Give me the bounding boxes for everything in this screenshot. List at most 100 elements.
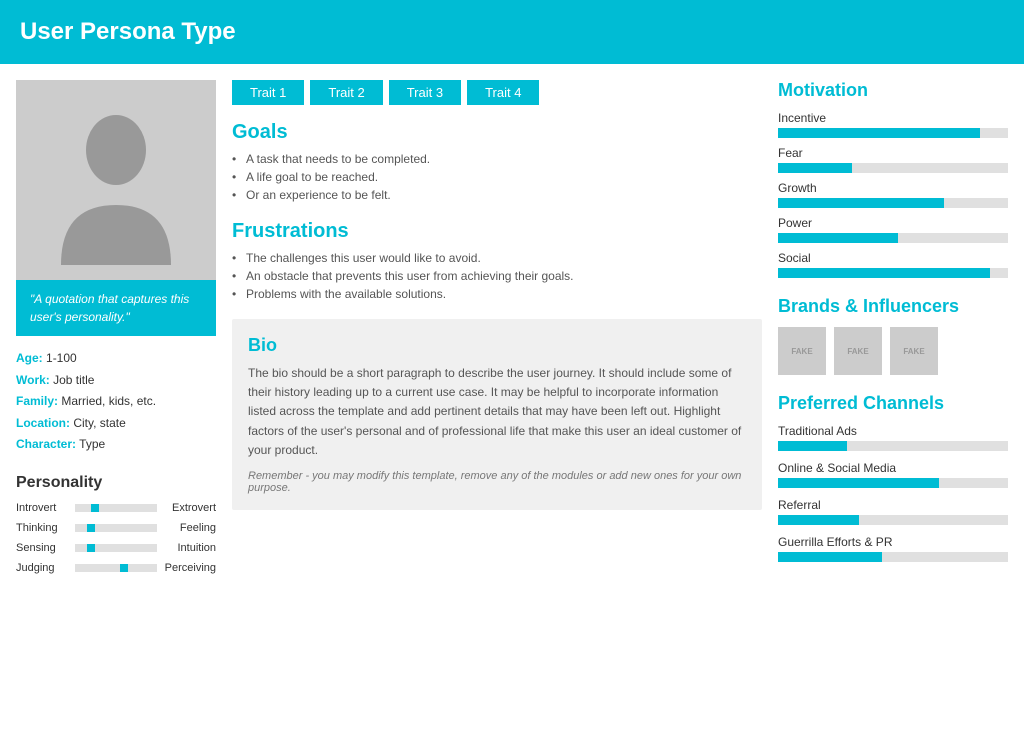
motivation-bar-fill xyxy=(778,268,990,278)
trait-tab-1[interactable]: Trait 1 xyxy=(232,80,304,105)
location-label: Location: xyxy=(16,416,70,430)
channel-bar-background xyxy=(778,478,1008,488)
motivation-bar-fill xyxy=(778,128,980,138)
middle-column: Trait 1Trait 2 Trait 3Trait 4 Goals A tas… xyxy=(232,80,762,582)
avatar xyxy=(16,80,216,280)
brand-logo-3 xyxy=(890,327,938,375)
motivation-label: Power xyxy=(778,216,1008,230)
channel-bar-fill xyxy=(778,515,859,525)
header: User Persona Type xyxy=(0,0,1024,64)
trait-bar-indicator xyxy=(87,524,95,532)
age-label: Age: xyxy=(16,351,43,365)
personality-title: Personality xyxy=(16,474,216,492)
motivation-title: Motivation xyxy=(778,80,1008,101)
trait-left-label: Sensing xyxy=(16,542,71,554)
trait-left-label: Thinking xyxy=(16,522,71,534)
frustration-item: An obstacle that prevents this user from… xyxy=(232,269,762,283)
channel-bar-background xyxy=(778,441,1008,451)
frustration-item: The challenges this user would like to a… xyxy=(232,251,762,265)
trait-bar-container xyxy=(75,504,157,512)
motivation-item: Fear xyxy=(778,146,1008,173)
goal-item: Or an experience to be felt. xyxy=(232,188,762,202)
motivation-bar-background xyxy=(778,268,1008,278)
motivation-label: Growth xyxy=(778,181,1008,195)
quote-box: "A quotation that captures this user's p… xyxy=(16,280,216,336)
trait-bar-indicator xyxy=(91,504,99,512)
motivation-bar-background xyxy=(778,163,1008,173)
motivation-bar-fill xyxy=(778,233,898,243)
motivation-label: Incentive xyxy=(778,111,1008,125)
location-value: City, state xyxy=(73,416,125,430)
family-value: Married, kids, etc. xyxy=(61,394,156,408)
motivation-bar-fill xyxy=(778,198,944,208)
channel-label: Referral xyxy=(778,498,1008,512)
channels-title: Preferred Channels xyxy=(778,393,1008,414)
trait-tab-4[interactable]: Trait 4 xyxy=(467,80,539,105)
bio-text: The bio should be a short paragraph to d… xyxy=(248,364,746,460)
channel-item: Online & Social Media xyxy=(778,461,1008,488)
trait-tab-2[interactable]: Trait 2 xyxy=(310,80,382,105)
channel-item: Referral xyxy=(778,498,1008,525)
goal-item: A life goal to be reached. xyxy=(232,170,762,184)
bio-title: Bio xyxy=(248,335,746,356)
work-value: Job title xyxy=(53,373,94,387)
goal-item: A task that needs to be completed. xyxy=(232,152,762,166)
goals-section: Goals A task that needs to be completed.… xyxy=(232,121,762,202)
trait-right-label: Intuition xyxy=(161,542,216,554)
channel-bar-fill xyxy=(778,552,882,562)
personality-trait-row: Thinking Feeling xyxy=(16,522,216,534)
personality-section: Personality Introvert Extrovert Thinking Fe… xyxy=(16,474,216,574)
trait-tab-3[interactable]: Trait 3 xyxy=(389,80,461,105)
motivation-item: Social xyxy=(778,251,1008,278)
trait-right-label: Perceiving xyxy=(161,562,216,574)
trait-right-label: Feeling xyxy=(161,522,216,534)
motivation-item: Power xyxy=(778,216,1008,243)
channels-section: Preferred Channels Traditional Ads Online… xyxy=(778,393,1008,562)
brand-logo-2 xyxy=(834,327,882,375)
age-value: 1-100 xyxy=(46,351,77,365)
motivation-label: Social xyxy=(778,251,1008,265)
trait-bar-container xyxy=(75,564,157,572)
channel-bar-fill xyxy=(778,478,939,488)
channel-bar-fill xyxy=(778,441,847,451)
frustrations-title: Frustrations xyxy=(232,220,762,243)
motivation-bars: Incentive Fear Growth Power Social xyxy=(778,111,1008,278)
channel-label: Guerrilla Efforts & PR xyxy=(778,535,1008,549)
left-column: "A quotation that captures this user's p… xyxy=(16,80,216,582)
brands-title: Brands & Influencers xyxy=(778,296,1008,317)
bio-box: Bio The bio should be a short paragraph … xyxy=(232,319,762,510)
character-label: Character: xyxy=(16,437,76,451)
frustrations-section: Frustrations The challenges this user wo… xyxy=(232,220,762,301)
family-label: Family: xyxy=(16,394,58,408)
goals-title: Goals xyxy=(232,121,762,144)
bio-note: Remember - you may modify this template,… xyxy=(248,470,746,494)
personality-trait-row: Introvert Extrovert xyxy=(16,502,216,514)
motivation-label: Fear xyxy=(778,146,1008,160)
channel-item: Guerrilla Efforts & PR xyxy=(778,535,1008,562)
motivation-bar-background xyxy=(778,128,1008,138)
trait-bar-container xyxy=(75,544,157,552)
character-value: Type xyxy=(79,437,105,451)
quote-text: "A quotation that captures this user's p… xyxy=(30,292,189,324)
personality-traits: Introvert Extrovert Thinking Feeling Sensing… xyxy=(16,502,216,574)
channel-bar-background xyxy=(778,552,1008,562)
trait-bar-container xyxy=(75,524,157,532)
page-title: User Persona Type xyxy=(20,18,1004,46)
motivation-item: Incentive xyxy=(778,111,1008,138)
motivation-item: Growth xyxy=(778,181,1008,208)
trait-tabs: Trait 1Trait 2 Trait 3Trait 4 xyxy=(232,80,762,105)
right-column: Motivation Incentive Fear Growth Power Socia… xyxy=(778,80,1008,582)
personality-trait-row: Sensing Intuition xyxy=(16,542,216,554)
brands-section: Brands & Influencers xyxy=(778,296,1008,375)
trait-right-label: Extrovert xyxy=(161,502,216,514)
trait-left-label: Introvert xyxy=(16,502,71,514)
channel-bars: Traditional Ads Online & Social Media Refe… xyxy=(778,424,1008,562)
work-label: Work: xyxy=(16,373,50,387)
goals-list: A task that needs to be completed. A life… xyxy=(232,152,762,202)
motivation-bar-fill xyxy=(778,163,852,173)
channel-label: Online & Social Media xyxy=(778,461,1008,475)
brand-logo-1 xyxy=(778,327,826,375)
channel-label: Traditional Ads xyxy=(778,424,1008,438)
frustrations-list: The challenges this user would like to a… xyxy=(232,251,762,301)
motivation-bar-background xyxy=(778,233,1008,243)
